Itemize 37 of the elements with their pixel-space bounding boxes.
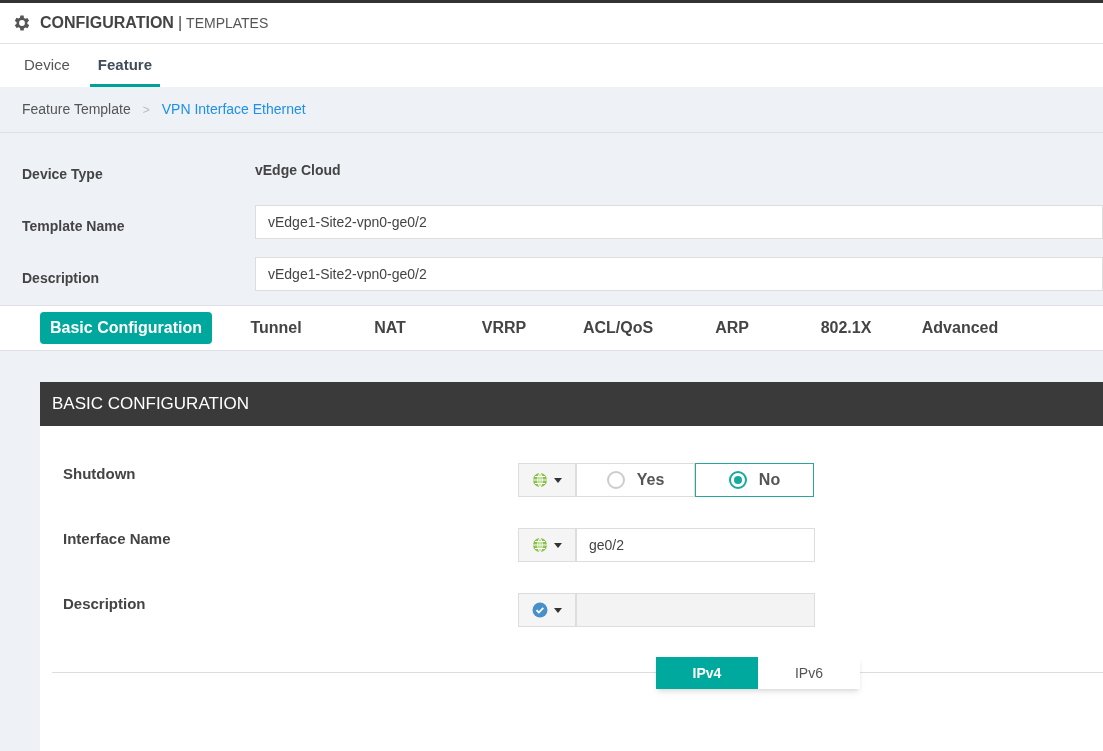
section-tab[interactable]: 802.1X: [796, 312, 896, 344]
section-tab[interactable]: VRRP: [454, 312, 554, 344]
section-tab[interactable]: Advanced: [910, 312, 1010, 344]
text-input[interactable]: vEdge1-Site2-vpn0-ge0/2: [255, 205, 1103, 239]
tab[interactable]: Device: [16, 53, 78, 87]
panel-title: BASIC CONFIGURATION: [52, 393, 250, 416]
field-label: Shutdown: [62, 464, 137, 484]
globe-icon: [532, 537, 548, 553]
globe-icon: [532, 472, 548, 488]
gear-icon: [12, 13, 32, 33]
field-label: Interface Name: [62, 529, 172, 549]
page-title: CONFIGURATION: [40, 13, 174, 33]
form-label: Template Name: [21, 216, 126, 236]
form-label: Description: [21, 268, 100, 288]
field-label: Description: [62, 594, 147, 614]
radio-option[interactable]: No: [695, 463, 814, 497]
caret-icon: [554, 542, 562, 548]
breadcrumb-item: Feature Template: [22, 100, 131, 119]
title-separator: |: [177, 13, 183, 33]
form-label: Device Type: [21, 164, 104, 184]
section-tab[interactable]: NAT: [340, 312, 440, 344]
caret-icon: [554, 477, 562, 483]
scope-dropdown[interactable]: [518, 528, 576, 562]
section-tab[interactable]: ARP: [682, 312, 782, 344]
breadcrumb-separator: >: [142, 101, 150, 119]
tab[interactable]: Feature: [89, 53, 161, 87]
text-input[interactable]: ge0/2: [576, 528, 815, 562]
section-tab[interactable]: Tunnel: [226, 312, 326, 344]
page-subtitle: TEMPLATES: [186, 13, 269, 33]
check-circle-icon: [532, 602, 548, 618]
caret-icon: [554, 607, 562, 613]
section-tab[interactable]: ACL/QoS: [568, 312, 668, 344]
ip-tab[interactable]: IPv6: [758, 657, 860, 689]
radio-option[interactable]: Yes: [576, 463, 695, 497]
scope-dropdown[interactable]: [518, 463, 576, 497]
text-input[interactable]: vEdge1-Site2-vpn0-ge0/2: [255, 257, 1103, 291]
form-value: vEdge Cloud: [255, 160, 341, 180]
